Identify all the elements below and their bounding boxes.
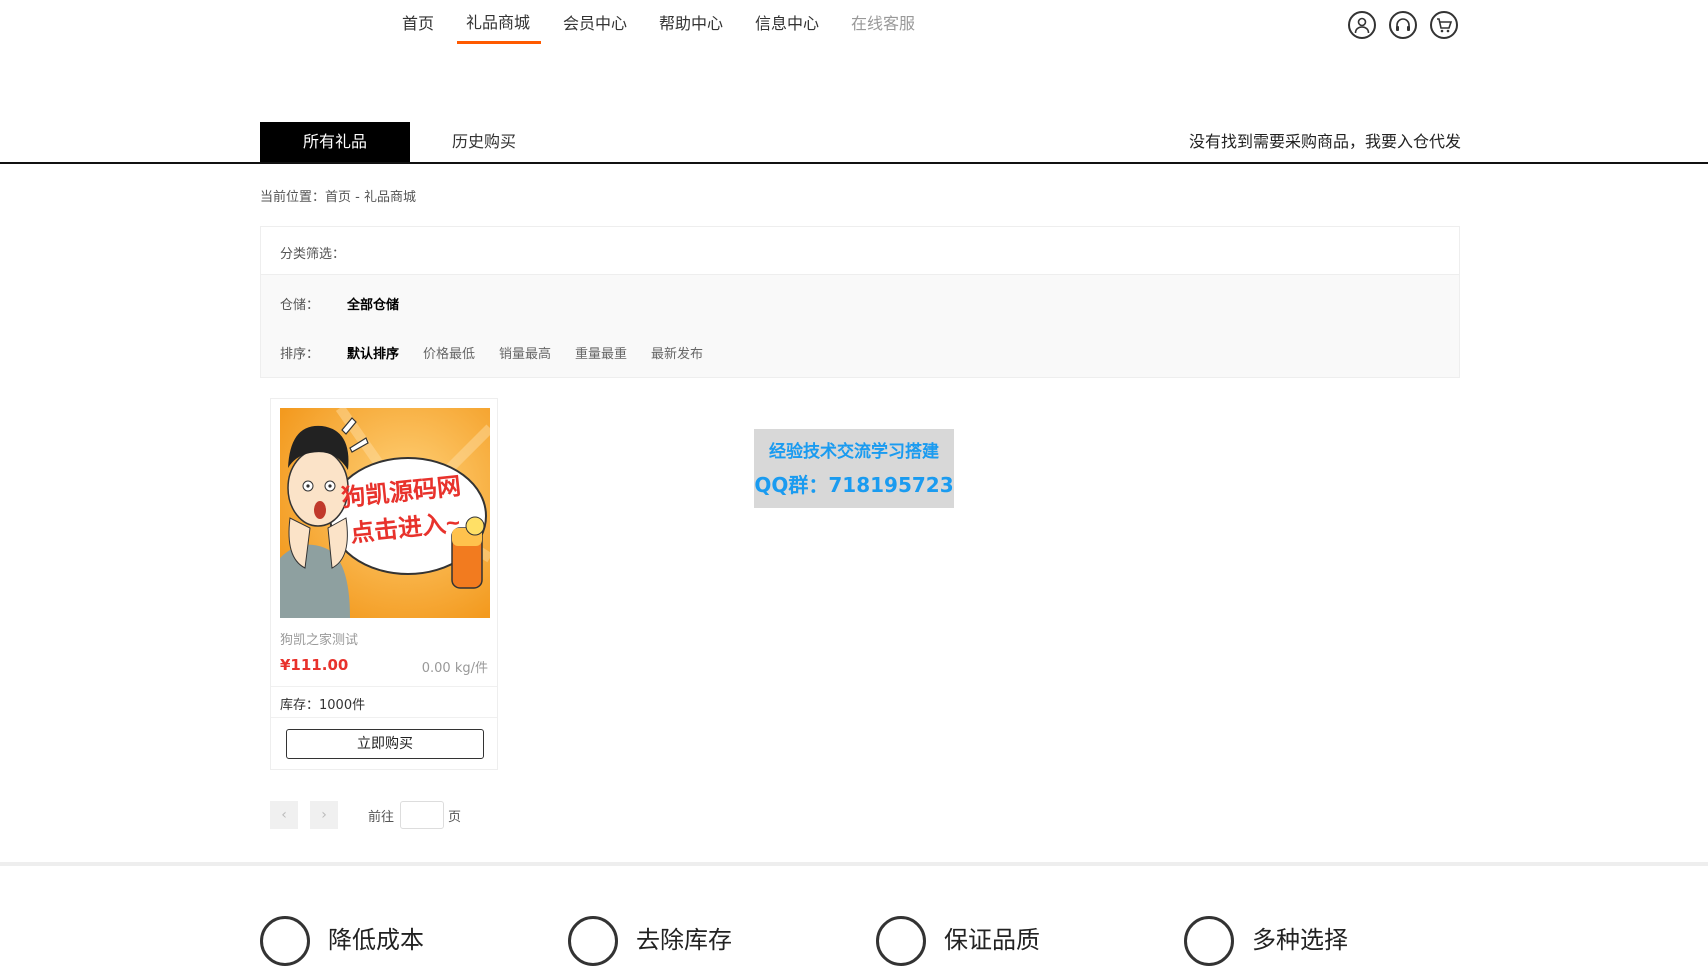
product-price: ¥111.00 bbox=[280, 656, 349, 674]
product-stock: 库存：1000件 bbox=[280, 698, 366, 713]
nav-help-center[interactable]: 帮助中心 bbox=[659, 10, 723, 34]
filter-panel: 分类筛选： 仓储： 全部仓储 排序： 默认排序 价格最低 销量最高 重量最重 最… bbox=[260, 226, 1460, 378]
goto-label: 前往 bbox=[368, 810, 395, 825]
sort-default[interactable]: 默认排序 bbox=[347, 343, 399, 362]
warehouse-all[interactable]: 全部仓储 bbox=[347, 294, 399, 313]
cart-icon[interactable] bbox=[1430, 11, 1458, 39]
quality-icon bbox=[876, 916, 926, 966]
sort-price-lowest[interactable]: 价格最低 bbox=[423, 343, 475, 362]
prev-page-button[interactable]: ‹ bbox=[270, 801, 298, 829]
product-card: 狗凯源码网 点击进入~ 狗凯之家测试 ¥111.00 0.00 kg/件 库存：… bbox=[270, 398, 498, 770]
watermark-line-1: 经验技术交流学习搭建 bbox=[769, 442, 939, 462]
tab-all-gifts[interactable]: 所有礼品 bbox=[260, 122, 410, 162]
nav-gift-mall[interactable]: 礼品商城 bbox=[466, 9, 530, 33]
top-navigation: 首页 礼品商城 会员中心 帮助中心 信息中心 在线客服 bbox=[0, 0, 1708, 60]
house-icon bbox=[568, 916, 618, 966]
tab-bar: 所有礼品 历史购买 没有找到需要采购商品，我要入仓代发 bbox=[0, 122, 1708, 164]
breadcrumb-home[interactable]: 首页 bbox=[325, 190, 351, 205]
choices-icon bbox=[1184, 916, 1234, 966]
product-stock-row: 库存：1000件 bbox=[271, 686, 497, 718]
nav-member-center[interactable]: 会员中心 bbox=[563, 10, 627, 34]
page-number-input[interactable] bbox=[400, 801, 444, 829]
product-name[interactable]: 狗凯之家测试 bbox=[280, 629, 358, 648]
user-icon[interactable] bbox=[1348, 11, 1376, 39]
footer-divider bbox=[0, 862, 1708, 866]
warehouse-dropship-link[interactable]: 没有找到需要采购商品，我要入仓代发 bbox=[1189, 122, 1461, 162]
sort-label: 排序： bbox=[280, 347, 320, 362]
sort-sales-highest[interactable]: 销量最高 bbox=[499, 343, 551, 362]
nav-online-service[interactable]: 在线客服 bbox=[851, 10, 915, 34]
reduce-cost-icon bbox=[260, 916, 310, 966]
breadcrumb-current[interactable]: 礼品商城 bbox=[364, 190, 416, 205]
qq-group-watermark: 经验技术交流学习搭建 QQ群：718195723 bbox=[754, 429, 954, 508]
buy-now-button[interactable]: 立即购买 bbox=[286, 729, 484, 759]
breadcrumb-prefix: 当前位置： bbox=[260, 190, 326, 205]
product-image[interactable]: 狗凯源码网 点击进入~ bbox=[280, 408, 490, 618]
nav-info-center[interactable]: 信息中心 bbox=[755, 10, 819, 34]
product-weight: 0.00 kg/件 bbox=[421, 661, 488, 676]
category-filter-label: 分类筛选： bbox=[280, 247, 346, 262]
breadcrumb-separator: - bbox=[351, 190, 364, 205]
warehouse-label: 仓储： bbox=[280, 298, 320, 313]
watermark-line-2: QQ群：718195723 bbox=[754, 473, 954, 497]
tab-purchase-history[interactable]: 历史购买 bbox=[452, 122, 516, 162]
page-unit-label: 页 bbox=[448, 810, 462, 825]
category-filter-row: 分类筛选： bbox=[261, 227, 1459, 275]
nav-active-underline bbox=[457, 41, 541, 44]
sort-weight-heaviest[interactable]: 重量最重 bbox=[575, 343, 627, 362]
sort-newest[interactable]: 最新发布 bbox=[651, 343, 703, 362]
next-page-button[interactable]: › bbox=[310, 801, 338, 829]
headset-icon[interactable] bbox=[1389, 11, 1417, 39]
nav-home[interactable]: 首页 bbox=[402, 10, 434, 34]
product-illustration: 狗凯源码网 点击进入~ bbox=[280, 408, 490, 618]
breadcrumb: 当前位置：首页 - 礼品商城 bbox=[260, 186, 416, 205]
